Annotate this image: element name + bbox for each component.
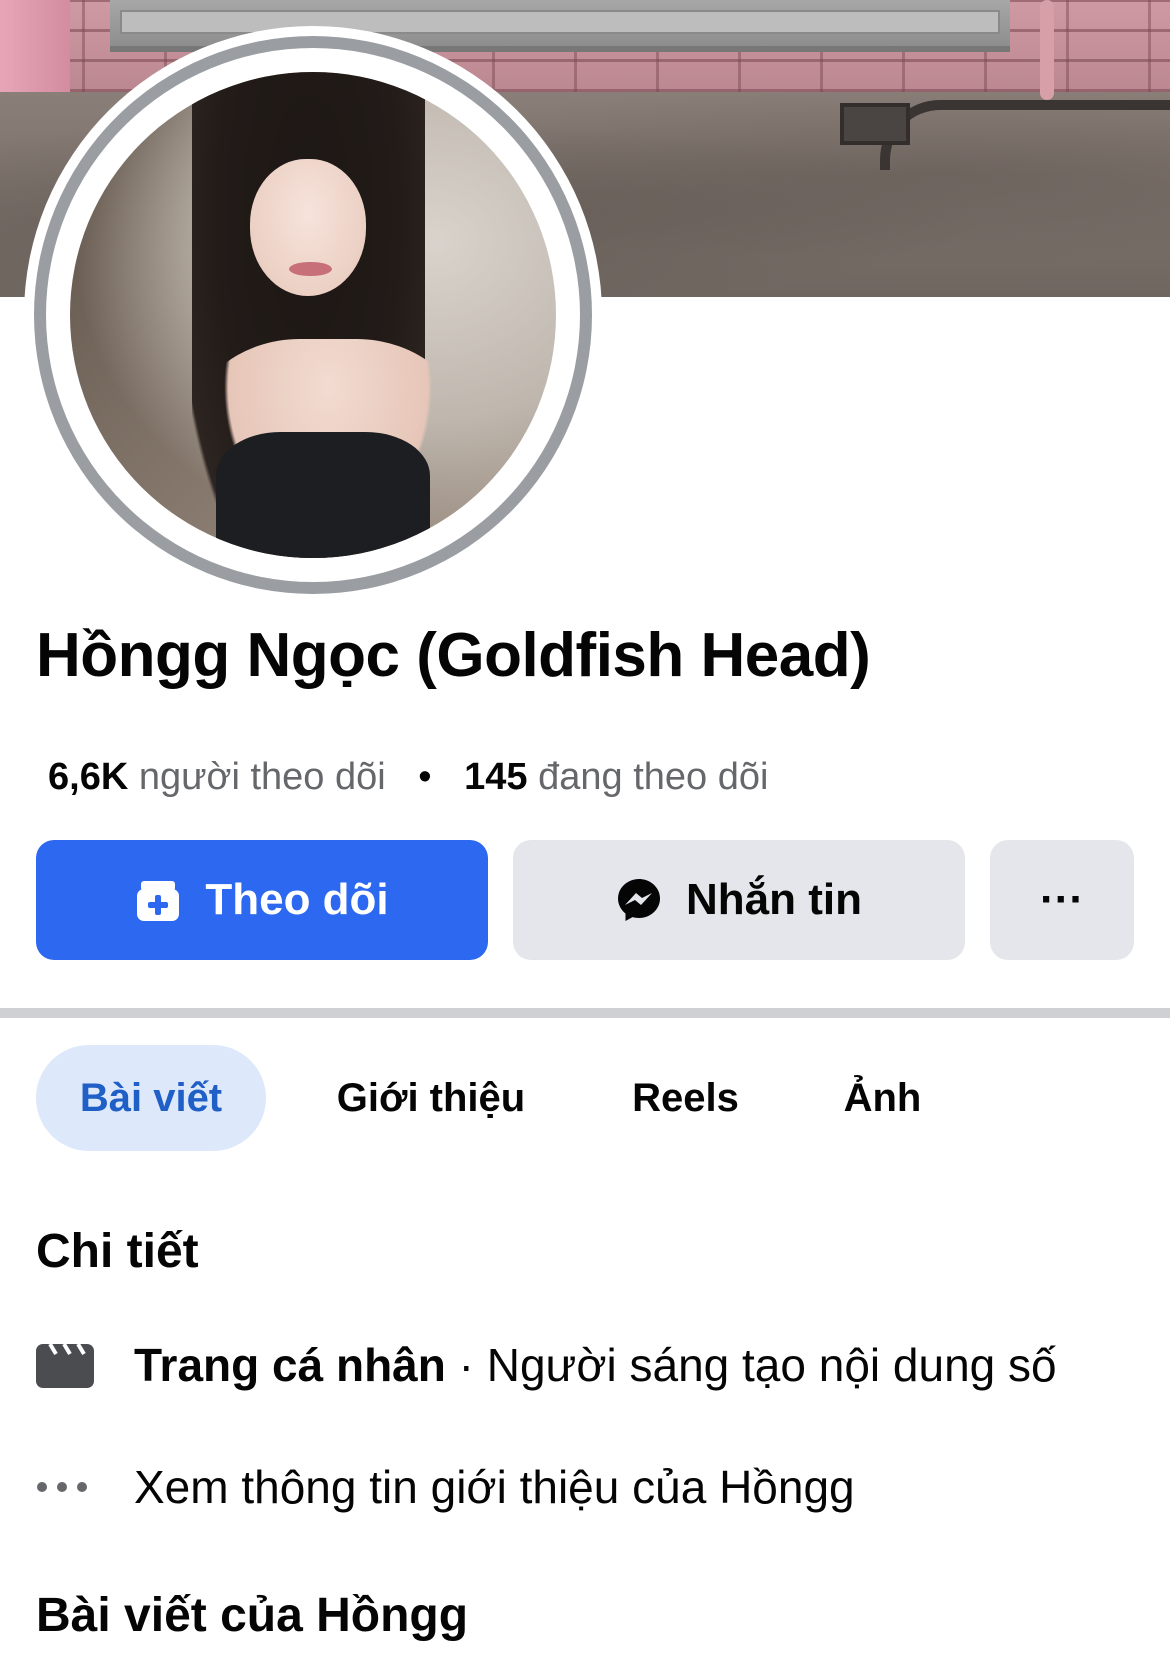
profile-stats: 6,6K người theo dõi • 145 đang theo dõi [48,752,768,802]
followers-count[interactable]: 6,6K [48,756,128,798]
more-dots-icon [36,1481,134,1493]
see-about-link: Xem thông tin giới thiệu của Hồngg [134,1461,855,1513]
tab-photos[interactable]: Ảnh [810,1045,955,1151]
section-divider [0,1008,1170,1018]
follow-button[interactable]: Theo dõi [36,840,488,960]
category-label: Trang cá nhân [134,1339,446,1391]
category-row: Trang cá nhân · Người sáng tạo nội dung … [36,1330,1057,1400]
follow-plus-icon [135,877,181,923]
posts-title: Bài viết của Hồngg [36,1589,469,1642]
messenger-icon [616,877,662,923]
following-count[interactable]: 145 [464,756,527,798]
more-options-icon: ··· [1040,875,1084,924]
tab-posts[interactable]: Bài viết [36,1045,266,1151]
profile-name: Hồngg Ngọc (Goldfish Head) [36,621,871,690]
follow-button-label: Theo dõi [205,875,389,924]
category-value: · Người sáng tạo nội dung số [445,1339,1057,1391]
more-options-button[interactable]: ··· [990,840,1134,960]
followers-label[interactable]: người theo dõi [139,756,386,798]
profile-avatar[interactable] [46,48,580,582]
see-about-row[interactable]: Xem thông tin giới thiệu của Hồngg [36,1452,855,1522]
stats-separator: • [418,756,432,798]
message-button-label: Nhắn tin [686,875,862,924]
clapperboard-icon [36,1342,134,1388]
details-title: Chi tiết [36,1225,199,1278]
avatar-photo [70,72,556,558]
tab-reels[interactable]: Reels [608,1045,763,1151]
message-button[interactable]: Nhắn tin [513,840,965,960]
following-label[interactable]: đang theo dõi [538,756,768,798]
profile-page: Hồngg Ngọc (Goldfish Head) 6,6K người th… [0,0,1170,1661]
tab-about[interactable]: Giới thiệu [296,1045,566,1151]
